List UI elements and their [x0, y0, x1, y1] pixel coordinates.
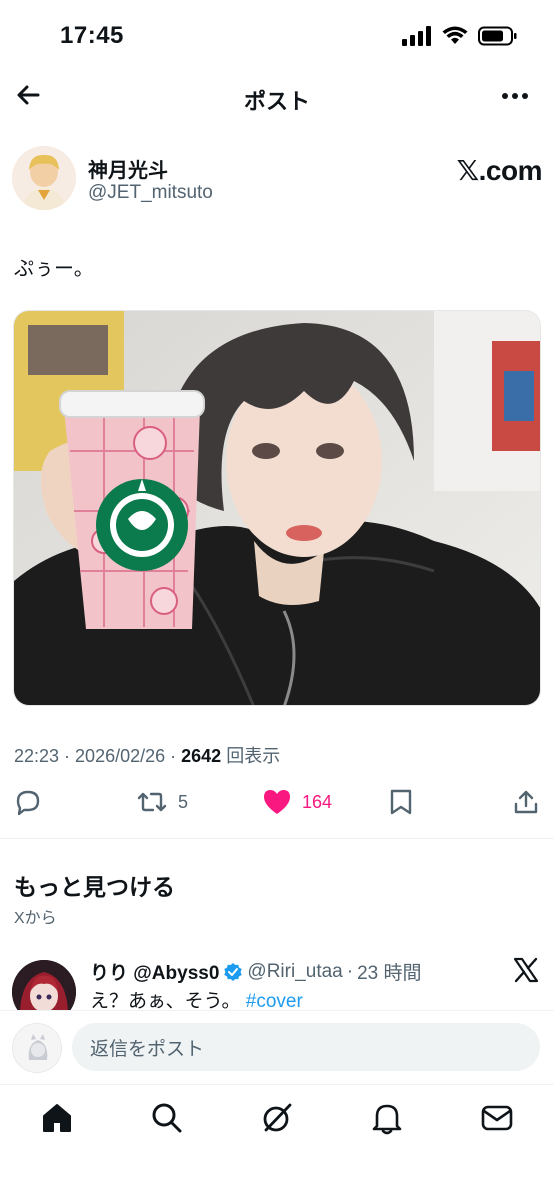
view-label: 回表示: [221, 746, 281, 766]
reply-icon: [16, 790, 40, 816]
more-icon[interactable]: [500, 84, 530, 108]
reply-bar: 返信をポスト: [0, 1010, 554, 1084]
tweet-photo[interactable]: [13, 310, 541, 706]
user-avatar[interactable]: [12, 1023, 62, 1073]
status-bar: 17:45: [0, 0, 554, 70]
related-handle[interactable]: @Riri_utaa: [247, 961, 342, 983]
share-icon: [514, 790, 538, 814]
author-row: 神月光斗 @JET_mitsuto 𝕏.com: [12, 146, 543, 212]
like-button[interactable]: 164: [262, 784, 332, 820]
page-title: ポスト: [243, 89, 310, 114]
verified-badge-icon: [224, 962, 243, 981]
related-header: りり @Abyss0 @Riri_utaa · 23 時間: [90, 958, 421, 985]
bookmark-button[interactable]: [388, 784, 414, 820]
post-header: ポスト: [0, 70, 554, 126]
wifi-icon: [442, 26, 468, 44]
retweet-icon: [137, 792, 167, 812]
related-text-row: え？あぁ、そう。 #cover: [90, 986, 303, 1013]
share-button[interactable]: [512, 784, 540, 820]
action-bar: 5 164: [0, 784, 554, 820]
related-hashtag[interactable]: #cover: [246, 991, 303, 1012]
reply-button[interactable]: [14, 784, 42, 820]
tweet-text: ぷぅー。: [14, 258, 94, 280]
related-name[interactable]: りり @Abyss0: [90, 958, 219, 985]
discover-title: もっと見つける: [14, 874, 175, 900]
related-post[interactable]: りり @Abyss0 @Riri_utaa · 23 時間 え？あぁ、そう。 #…: [12, 954, 542, 1024]
retweet-count: 5: [178, 791, 189, 812]
search-icon[interactable]: [150, 1101, 184, 1135]
battery-icon: [478, 26, 517, 46]
post-time: 22:23: [14, 746, 60, 766]
post-meta: 22:23 · 2026/02/26 · 2642 回表示: [14, 742, 280, 768]
reply-input[interactable]: 返信をポスト: [72, 1023, 540, 1071]
related-text: え？あぁ、そう。: [90, 991, 241, 1012]
tab-bar: [0, 1084, 554, 1200]
meta-separator: ·: [59, 746, 76, 766]
bookmark-icon: [390, 789, 412, 815]
heart-icon: [264, 790, 290, 814]
notifications-icon[interactable]: [370, 1101, 404, 1135]
retweet-button[interactable]: 5: [136, 784, 188, 820]
post-date: 2026/02/26: [75, 746, 166, 766]
related-time: 23 時間: [357, 963, 422, 984]
home-icon[interactable]: [40, 1101, 74, 1135]
related-separator: ·: [346, 960, 354, 982]
view-count: 2642: [181, 746, 222, 766]
meta-separator: ·: [165, 746, 182, 766]
author-avatar[interactable]: [12, 146, 76, 210]
grok-icon[interactable]: [260, 1101, 294, 1135]
x-com-logo: 𝕏.com: [456, 155, 543, 186]
author-name[interactable]: 神月光斗: [88, 154, 168, 183]
like-count: 164: [302, 791, 333, 812]
x-logo-icon: [513, 957, 539, 983]
status-time: 17:45: [60, 22, 124, 49]
author-handle[interactable]: @JET_mitsuto: [88, 182, 213, 204]
divider: [0, 838, 554, 839]
messages-icon[interactable]: [480, 1101, 514, 1135]
signal-icon: [402, 26, 431, 46]
discover-subtitle: Xから: [14, 910, 57, 927]
status-icons: [402, 26, 518, 46]
